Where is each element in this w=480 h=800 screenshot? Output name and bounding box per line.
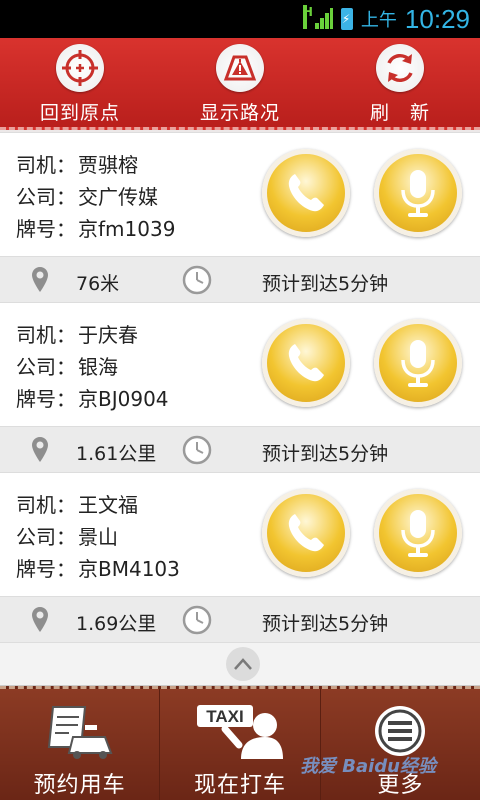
- call-button[interactable]: [262, 319, 350, 407]
- top-toolbar: 回到原点 显示路况 刷 新: [0, 38, 480, 130]
- traffic-map-icon: [216, 44, 264, 92]
- eta-text: 预计到达5分钟: [262, 273, 389, 295]
- company-name: 景山: [78, 525, 118, 549]
- eta-text: 预计到达5分钟: [262, 443, 389, 465]
- return-origin-button[interactable]: 回到原点: [10, 38, 150, 130]
- collapse-bar: [0, 642, 480, 686]
- plate-key: 牌号：: [16, 387, 76, 411]
- company-name: 银海: [78, 355, 118, 379]
- return-origin-label: 回到原点: [39, 102, 120, 124]
- refresh-button[interactable]: 刷 新: [330, 38, 470, 130]
- refresh-label: 刷 新: [369, 102, 430, 124]
- phone-icon: [288, 514, 324, 552]
- location-pin-icon: [32, 607, 48, 632]
- battery-icon: [340, 8, 353, 30]
- plate-number: 京fm1039: [78, 217, 176, 241]
- clock-icon: [182, 265, 212, 295]
- company-key: 公司：: [16, 525, 76, 549]
- driver-name: 贾骐榕: [78, 153, 138, 177]
- driver-card[interactable]: 司机： 贾骐榕 公司： 交广传媒 牌号： 京fm1039 76米 预计到达5分钟: [0, 132, 480, 302]
- driver-card[interactable]: 司机： 于庆春 公司： 银海 牌号： 京BJ0904 1.61公里 预计到达5分…: [0, 302, 480, 472]
- card-footer: 76米 预计到达5分钟: [0, 256, 480, 302]
- hail-now-tab[interactable]: TAXI 现在打车: [160, 689, 321, 800]
- driver-name: 于庆春: [78, 323, 138, 347]
- show-traffic-label: 显示路况: [199, 102, 280, 124]
- company-key: 公司：: [16, 355, 76, 379]
- card-footer: 1.69公里 预计到达5分钟: [0, 596, 480, 642]
- plate-number: 京BJ0904: [78, 387, 169, 411]
- location-pin-icon: [32, 437, 48, 462]
- driver-card[interactable]: 司机： 王文福 公司： 景山 牌号： 京BM4103 1.69公里 预计到达5分…: [0, 472, 480, 642]
- driver-key: 司机：: [16, 493, 76, 517]
- hail-now-label: 现在打车: [193, 773, 286, 798]
- call-button[interactable]: [262, 489, 350, 577]
- microphone-icon: [401, 170, 435, 217]
- driver-info: 司机： 王文福 公司： 景山 牌号： 京BM4103: [16, 489, 180, 585]
- book-car-label: 预约用车: [33, 773, 126, 798]
- voice-button[interactable]: [374, 489, 462, 577]
- driver-name: 王文福: [78, 493, 138, 517]
- company-key: 公司：: [16, 185, 76, 209]
- voice-button[interactable]: [374, 149, 462, 237]
- company-name: 交广传媒: [78, 185, 158, 209]
- distance-value: 76米: [76, 273, 120, 295]
- location-pin-icon: [32, 267, 48, 292]
- distance-value: 1.69公里: [76, 613, 157, 635]
- clock-icon: [182, 435, 212, 465]
- taxi-hail-icon: TAXI: [196, 705, 283, 759]
- status-bar: H 上午 10:29: [0, 0, 480, 38]
- show-traffic-button[interactable]: 显示路况: [170, 38, 310, 130]
- driver-info: 司机： 贾骐榕 公司： 交广传媒 牌号： 京fm1039: [16, 149, 175, 245]
- plate-number: 京BM4103: [78, 557, 180, 581]
- call-button[interactable]: [262, 149, 350, 237]
- microphone-icon: [401, 340, 435, 387]
- voice-button[interactable]: [374, 319, 462, 407]
- distance-value: 1.61公里: [76, 443, 157, 465]
- card-footer: 1.61公里 预计到达5分钟: [0, 426, 480, 472]
- taxi-sign-text: TAXI: [206, 707, 243, 726]
- eta-text: 预计到达5分钟: [262, 613, 389, 635]
- taxi-booking-icon: [47, 706, 113, 759]
- driver-key: 司机：: [16, 323, 76, 347]
- driver-info: 司机： 于庆春 公司： 银海 牌号： 京BJ0904: [16, 319, 169, 415]
- plate-key: 牌号：: [16, 557, 76, 581]
- crosshair-icon: [56, 44, 104, 92]
- chevron-up-icon: [234, 658, 252, 670]
- status-time: 10:29: [404, 3, 470, 34]
- signal-icon: H: [302, 5, 333, 31]
- phone-icon: [288, 174, 324, 212]
- clock-icon: [182, 605, 212, 635]
- plate-key: 牌号：: [16, 217, 76, 241]
- more-tab[interactable]: 更多: [321, 689, 480, 800]
- driver-key: 司机：: [16, 153, 76, 177]
- bottom-nav: 预约用车 TAXI 现在打车 更多: [0, 686, 480, 800]
- book-car-tab[interactable]: 预约用车: [0, 689, 161, 800]
- refresh-icon: [376, 44, 424, 92]
- phone-icon: [288, 344, 324, 382]
- driver-list: 司机： 贾骐榕 公司： 交广传媒 牌号： 京fm1039 76米 预计到达5分钟…: [0, 132, 480, 642]
- microphone-icon: [401, 510, 435, 557]
- status-ampm: 上午: [360, 10, 397, 31]
- collapse-button[interactable]: [226, 647, 260, 681]
- watermark: 我爱 Baidu经验: [300, 756, 437, 777]
